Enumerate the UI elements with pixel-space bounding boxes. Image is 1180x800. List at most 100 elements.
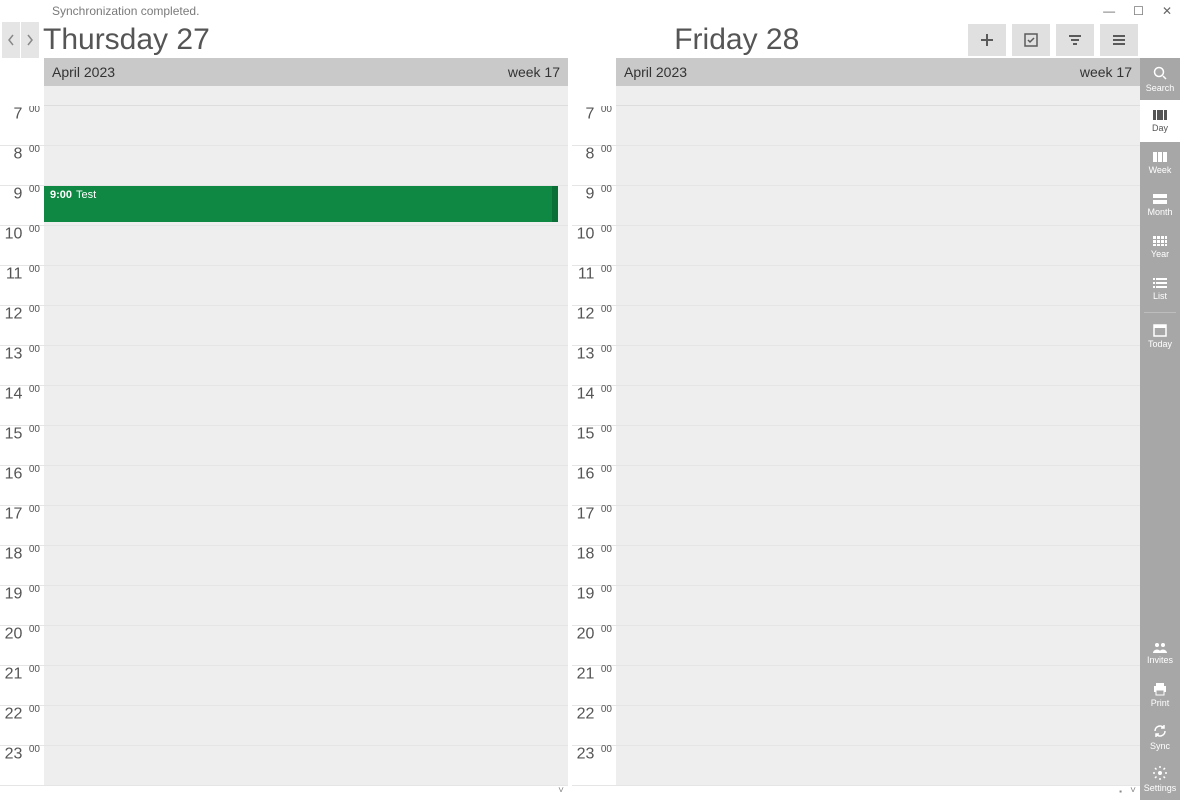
hour-cell[interactable] xyxy=(44,226,568,265)
hour-row[interactable]: 18 00 xyxy=(0,546,568,586)
checkbox-icon xyxy=(1023,32,1039,48)
hour-cell[interactable] xyxy=(44,306,568,345)
hour-row[interactable]: 21 00 xyxy=(0,666,568,706)
hour-row[interactable]: 16 00 xyxy=(0,466,568,506)
scroll-down-icon[interactable]: ˅ xyxy=(1130,785,1136,796)
hour-row[interactable]: 8 00 xyxy=(0,146,568,186)
hour-label: 7 00 xyxy=(572,106,616,123)
today-button[interactable]: Today xyxy=(1140,315,1180,357)
search-button[interactable]: Search xyxy=(1140,58,1180,100)
time-grid-2[interactable]: ▪ ˅ 7 008 009 0010 0011 0012 0013 0014 0… xyxy=(572,106,1140,800)
hour-cell[interactable] xyxy=(616,426,1140,465)
day-icon xyxy=(1152,109,1168,121)
hour-label: 13 00 xyxy=(0,344,44,363)
hour-cell[interactable] xyxy=(44,746,568,785)
hour-row[interactable]: 20 00 xyxy=(572,626,1140,666)
hour-row[interactable]: 15 00 xyxy=(572,426,1140,466)
hour-cell[interactable] xyxy=(616,106,1140,145)
hour-row[interactable]: 17 00 xyxy=(572,506,1140,546)
hour-cell[interactable] xyxy=(616,266,1140,305)
allday-row-2[interactable] xyxy=(616,86,1140,106)
hour-row[interactable]: 7 00 xyxy=(0,106,568,146)
hour-row[interactable]: 9 00 xyxy=(572,186,1140,226)
filter-button[interactable] xyxy=(1056,24,1094,56)
prev-day-button[interactable] xyxy=(2,22,20,58)
add-event-button[interactable] xyxy=(968,24,1006,56)
hour-cell[interactable] xyxy=(616,586,1140,625)
settings-button[interactable]: Settings xyxy=(1140,758,1180,800)
hour-row[interactable]: 15 00 xyxy=(0,426,568,466)
hour-cell[interactable] xyxy=(44,146,568,185)
hour-row[interactable]: 12 00 xyxy=(0,306,568,346)
time-grid-1[interactable]: ˄ ˅ 7 008 009 0010 0011 0012 0013 0014 0… xyxy=(0,106,568,800)
hour-row[interactable]: 20 00 xyxy=(0,626,568,666)
hour-cell[interactable] xyxy=(44,546,568,585)
hour-cell[interactable] xyxy=(616,346,1140,385)
hour-cell[interactable] xyxy=(44,626,568,665)
maximize-button[interactable]: ☐ xyxy=(1133,4,1144,18)
hour-cell[interactable] xyxy=(44,106,568,145)
hour-row[interactable]: 16 00 xyxy=(572,466,1140,506)
hour-row[interactable]: 7 00 xyxy=(572,106,1140,146)
hour-cell[interactable] xyxy=(616,746,1140,785)
hour-cell[interactable] xyxy=(616,306,1140,345)
hour-row[interactable]: 18 00 xyxy=(572,546,1140,586)
calendar-event[interactable]: 9:00Test xyxy=(44,186,558,222)
hour-cell[interactable] xyxy=(44,466,568,505)
hour-row[interactable]: 21 00 xyxy=(572,666,1140,706)
minimize-button[interactable]: — xyxy=(1103,4,1115,18)
week-view-button[interactable]: Week xyxy=(1140,142,1180,184)
sync-button[interactable]: Sync xyxy=(1140,716,1180,758)
menu-button[interactable] xyxy=(1100,24,1138,56)
hour-row[interactable]: 8 00 xyxy=(572,146,1140,186)
hour-cell[interactable] xyxy=(616,546,1140,585)
hour-cell[interactable] xyxy=(44,666,568,705)
next-day-button[interactable] xyxy=(21,22,39,58)
hour-cell[interactable] xyxy=(44,426,568,465)
hour-cell[interactable] xyxy=(44,586,568,625)
hour-row[interactable]: 11 00 xyxy=(572,266,1140,306)
hour-cell[interactable] xyxy=(616,186,1140,225)
hour-row[interactable]: 23 00 xyxy=(0,746,568,786)
hour-cell[interactable] xyxy=(44,506,568,545)
hour-cell[interactable] xyxy=(44,266,568,305)
invites-button[interactable]: Invites xyxy=(1140,632,1180,674)
hour-cell[interactable] xyxy=(44,386,568,425)
hour-cell[interactable] xyxy=(616,626,1140,665)
year-view-button[interactable]: Year xyxy=(1140,226,1180,268)
day-view-button[interactable]: Day xyxy=(1140,100,1180,142)
hour-row[interactable]: 10 00 xyxy=(0,226,568,266)
hour-cell[interactable] xyxy=(44,346,568,385)
month-header-2: April 2023 week 17 xyxy=(616,58,1140,86)
hour-cell[interactable] xyxy=(616,506,1140,545)
hour-row[interactable]: 12 00 xyxy=(572,306,1140,346)
hour-cell[interactable] xyxy=(616,466,1140,505)
hour-row[interactable]: 19 00 xyxy=(0,586,568,626)
hour-cell[interactable] xyxy=(616,146,1140,185)
hour-row[interactable]: 17 00 xyxy=(0,506,568,546)
hour-cell[interactable] xyxy=(616,706,1140,745)
print-button[interactable]: Print xyxy=(1140,674,1180,716)
hour-row[interactable]: 19 00 xyxy=(572,586,1140,626)
hour-cell[interactable] xyxy=(616,666,1140,705)
hour-label: 9 00 xyxy=(0,184,44,203)
list-view-button[interactable]: List xyxy=(1140,268,1180,310)
hour-cell[interactable] xyxy=(44,706,568,745)
hour-row[interactable]: 11 00 xyxy=(0,266,568,306)
hour-cell[interactable] xyxy=(616,226,1140,265)
hour-row[interactable]: 14 00 xyxy=(0,386,568,426)
close-button[interactable]: ✕ xyxy=(1162,4,1172,18)
hour-row[interactable]: 22 00 xyxy=(0,706,568,746)
hour-cell[interactable] xyxy=(616,386,1140,425)
allday-row-1[interactable] xyxy=(44,86,568,106)
scroll-down-icon[interactable]: ˅ xyxy=(558,785,564,796)
month-view-button[interactable]: Month xyxy=(1140,184,1180,226)
tasks-button[interactable] xyxy=(1012,24,1050,56)
hour-row[interactable]: 14 00 xyxy=(572,386,1140,426)
hour-row[interactable]: 10 00 xyxy=(572,226,1140,266)
hour-row[interactable]: 13 00 xyxy=(572,346,1140,386)
hour-row[interactable]: 13 00 xyxy=(0,346,568,386)
hour-row[interactable]: 23 00 xyxy=(572,746,1140,786)
hour-label: 17 00 xyxy=(572,504,616,523)
hour-row[interactable]: 22 00 xyxy=(572,706,1140,746)
